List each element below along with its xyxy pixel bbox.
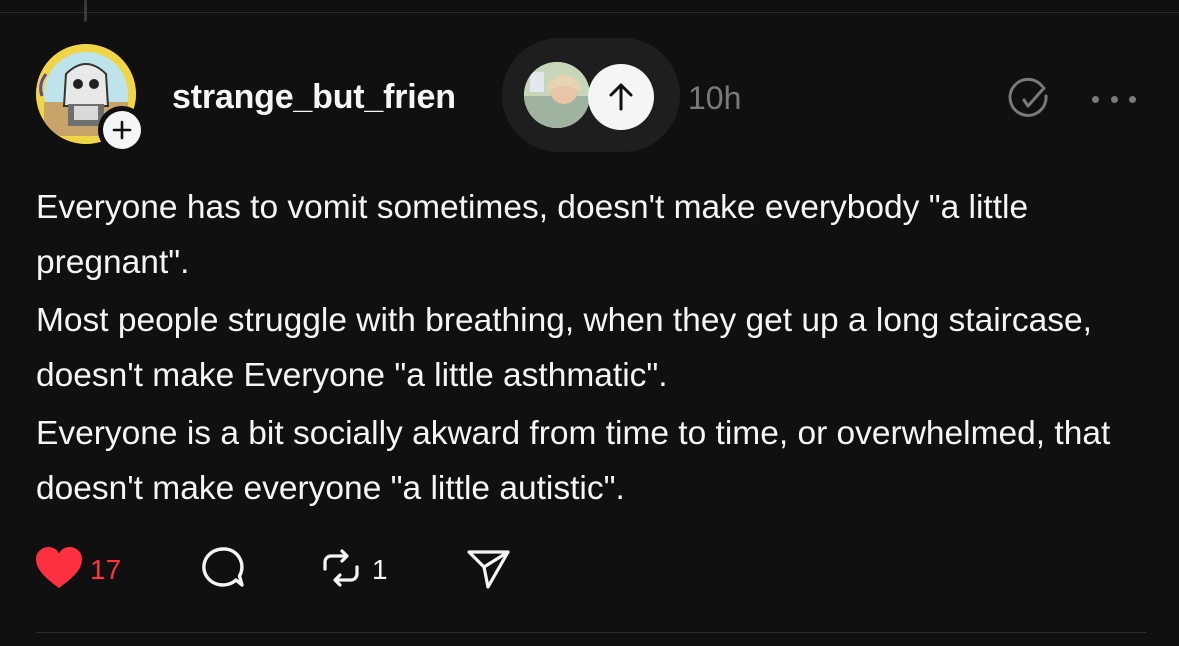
pill-avatar (524, 62, 590, 128)
post-paragraph: Most people struggle with breathing, whe… (36, 302, 1092, 394)
send-icon (464, 543, 514, 598)
top-divider (0, 12, 1179, 13)
thread-line (84, 0, 87, 22)
post-paragraph: Everyone is a bit socially akward from t… (36, 415, 1111, 507)
comment-icon (198, 543, 248, 598)
repost-count: 1 (372, 554, 388, 585)
follow-button[interactable] (98, 106, 146, 154)
dot (1092, 95, 1099, 103)
post-actions: 17 1 (34, 542, 634, 598)
like-button[interactable]: 17 (34, 542, 121, 598)
more-horizontal-icon[interactable] (1092, 84, 1136, 114)
dot (1129, 95, 1136, 103)
threads-post-view: strange_but_frien 10h Everyone has to vo… (0, 0, 1179, 646)
dot (1110, 95, 1118, 103)
post-body: Everyone has to vomit sometimes, doesn't… (36, 180, 1146, 519)
post-timestamp: 10h (688, 80, 742, 116)
arrow-up-icon[interactable] (588, 64, 654, 130)
heart-icon (34, 545, 84, 596)
repost-icon (316, 543, 366, 598)
author-username[interactable]: strange_but_frien (172, 78, 512, 117)
bottom-divider (36, 632, 1146, 633)
like-count: 17 (90, 554, 122, 585)
plus-icon (103, 111, 141, 149)
translate-icon[interactable] (1006, 76, 1052, 122)
post-paragraph: Everyone has to vomit sometimes, doesn't… (36, 189, 1029, 281)
share-button[interactable] (464, 542, 514, 598)
repost-button[interactable]: 1 (316, 542, 388, 598)
comment-button[interactable] (198, 542, 248, 598)
